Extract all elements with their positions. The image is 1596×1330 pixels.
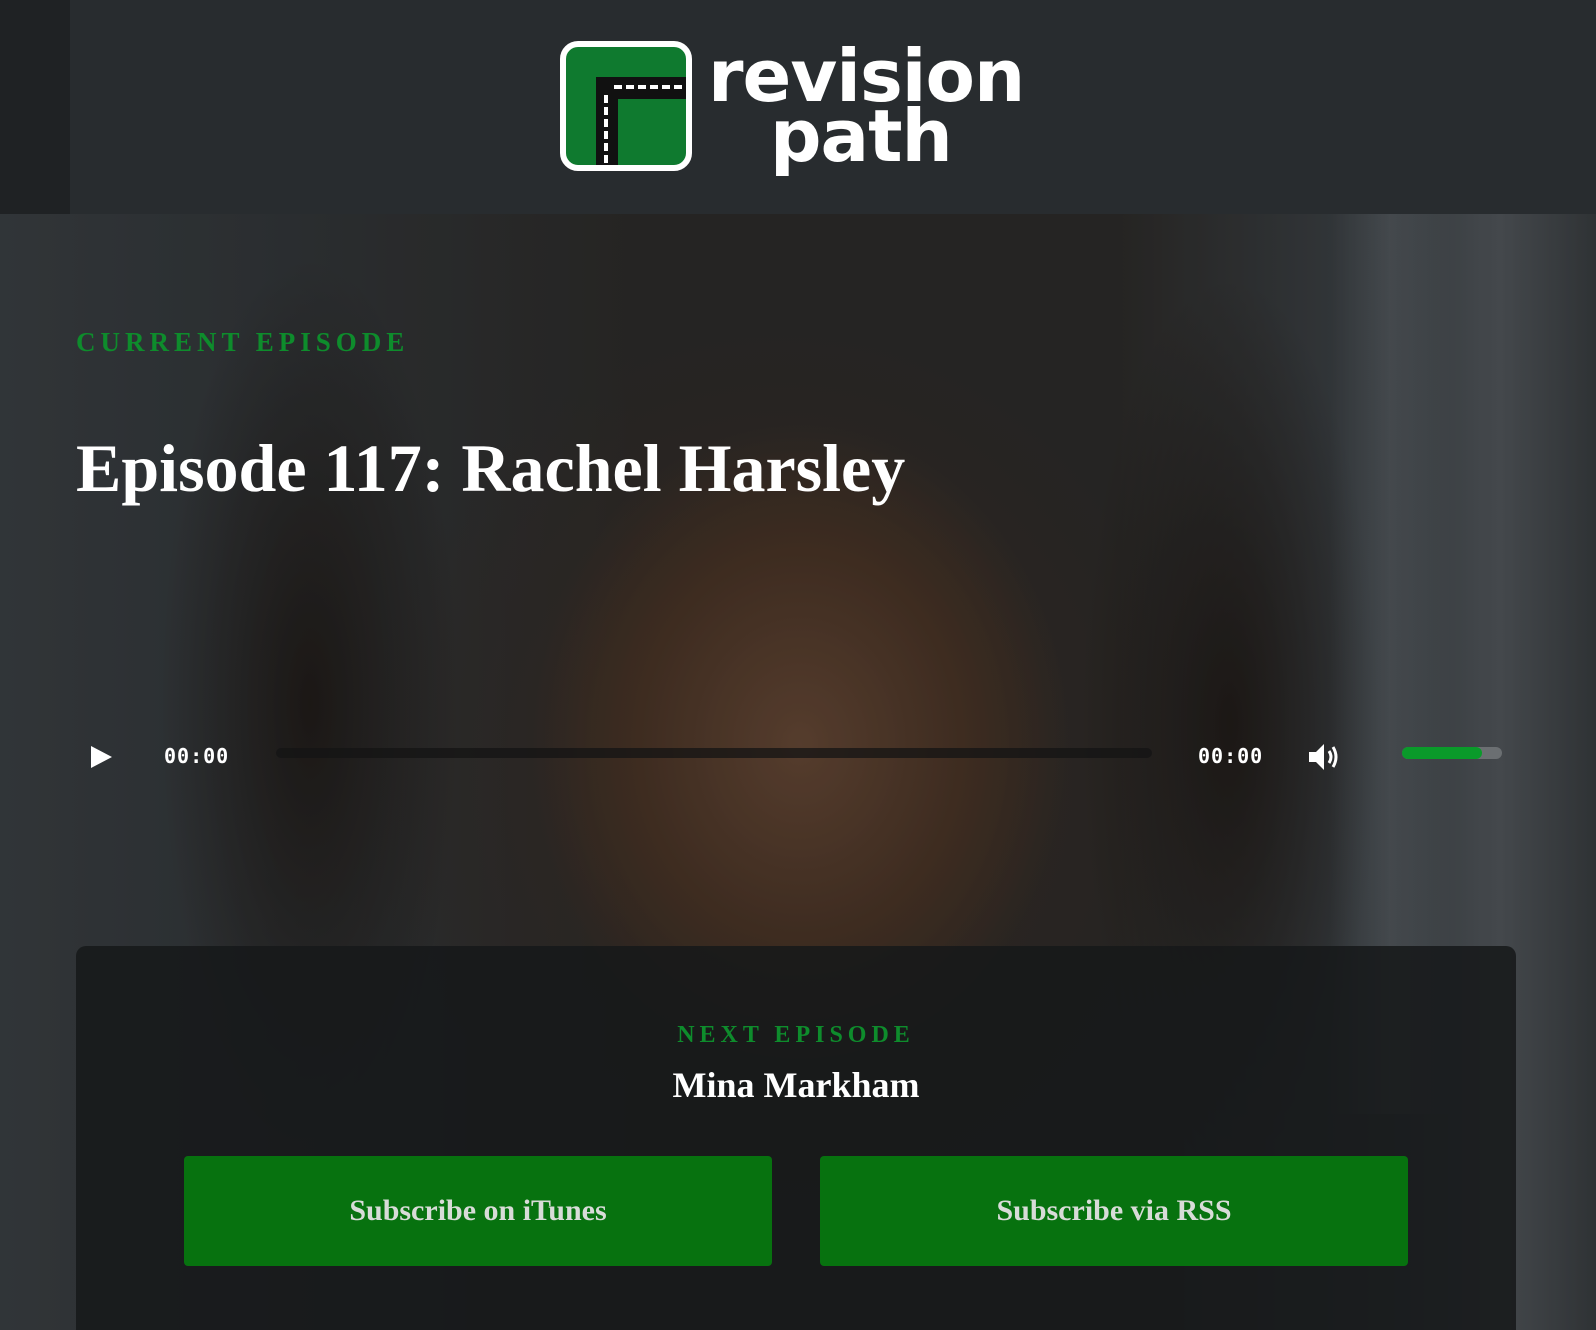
current-episode-label: CURRENT EPISODE <box>76 327 410 357</box>
next-episode-panel: NEXT EPISODE Mina Markham Subscribe on i… <box>76 946 1516 1330</box>
site-header: revision path <box>0 0 1596 214</box>
progress-bar[interactable] <box>276 748 1152 758</box>
total-time: 00:00 <box>1198 744 1264 768</box>
episode-title: Episode 117: Rachel Harsley <box>76 430 906 506</box>
next-episode-name[interactable]: Mina Markham <box>76 1064 1516 1106</box>
mute-button[interactable] <box>1306 740 1342 774</box>
subscribe-itunes-button[interactable]: Subscribe on iTunes <box>184 1156 772 1266</box>
audio-player: 00:00 00:00 <box>76 734 1516 782</box>
play-button[interactable] <box>88 744 114 770</box>
logo-wordmark: revision path <box>708 40 1025 172</box>
site-logo[interactable]: revision path <box>560 40 1025 172</box>
header-edge <box>0 0 70 214</box>
volume-icon <box>1309 744 1338 770</box>
page: revision path CURRENT EPISODE Episode 11… <box>0 0 1596 1330</box>
play-icon <box>91 746 112 768</box>
road-logo-icon <box>560 41 692 171</box>
subscribe-rss-button[interactable]: Subscribe via RSS <box>820 1156 1408 1266</box>
volume-fill <box>1402 747 1482 759</box>
current-time: 00:00 <box>164 744 230 768</box>
hero-section: CURRENT EPISODE Episode 117: Rachel Hars… <box>0 214 1596 1330</box>
volume-slider[interactable] <box>1402 747 1502 759</box>
next-episode-label: NEXT EPISODE <box>677 1022 915 1048</box>
